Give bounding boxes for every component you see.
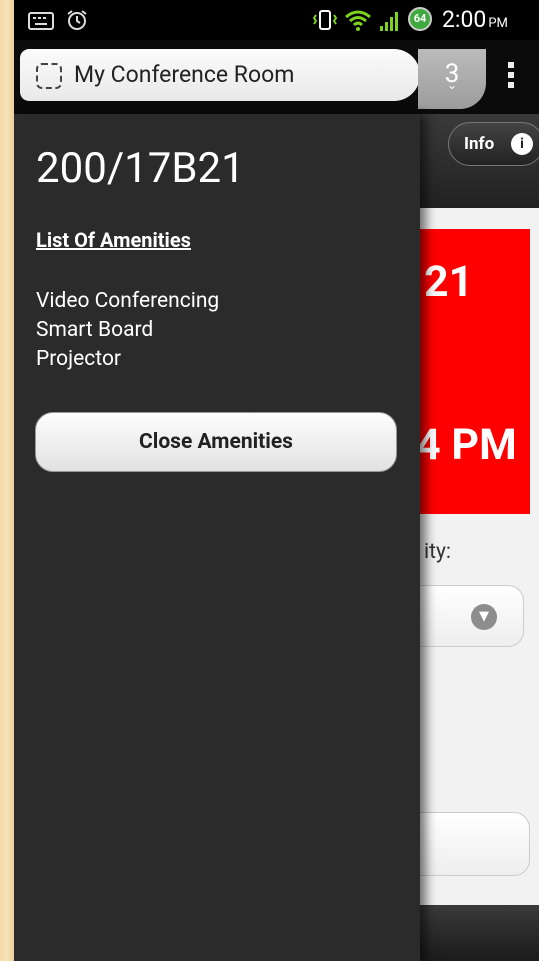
amenities-heading: List Of Amenities bbox=[36, 228, 191, 252]
clock: 2:00 PM bbox=[442, 6, 508, 33]
room-status-room-text: 21 bbox=[424, 257, 474, 307]
tab-switcher-button[interactable]: 3 ⌄ bbox=[418, 49, 486, 109]
amenity-item: Video Conferencing bbox=[36, 289, 220, 313]
chevron-down-icon: ▼ bbox=[471, 604, 497, 630]
info-button-label: Info bbox=[464, 134, 495, 154]
browser-toolbar: My Conference Room 3 ⌄ bbox=[14, 40, 539, 114]
clock-time: 2:00 bbox=[442, 6, 487, 33]
amenity-item: Projector bbox=[36, 347, 122, 371]
capacity-label: ity: bbox=[424, 540, 451, 564]
keyboard-icon bbox=[28, 12, 54, 30]
overflow-menu-icon[interactable] bbox=[508, 62, 516, 90]
amenity-item: Smart Board bbox=[36, 318, 154, 342]
chevron-down-icon: ⌄ bbox=[446, 78, 458, 92]
phone-screen: 64 2:00 PM My Conference Room 3 ⌄ Info i … bbox=[14, 0, 539, 961]
room-status-time-text: 4 PM bbox=[416, 420, 517, 470]
parchment-background-strip bbox=[0, 0, 14, 961]
favicon-icon bbox=[36, 63, 62, 89]
wifi-icon bbox=[345, 10, 371, 31]
info-button[interactable]: Info i bbox=[448, 122, 539, 166]
status-bar: 64 2:00 PM bbox=[14, 0, 539, 40]
info-icon: i bbox=[511, 133, 533, 155]
page-title: My Conference Room bbox=[74, 61, 295, 88]
clock-ampm: PM bbox=[488, 16, 508, 31]
battery-icon: 64 bbox=[408, 7, 432, 31]
amenities-panel: 200/17B21 List Of Amenities Video Confer… bbox=[14, 114, 420, 961]
close-amenities-button[interactable]: Close Amenities bbox=[35, 412, 397, 472]
url-title-bar[interactable]: My Conference Room bbox=[20, 49, 420, 101]
amenities-list: Video Conferencing Smart Board Projector bbox=[36, 287, 219, 374]
signal-icon bbox=[380, 12, 398, 31]
alarm-icon bbox=[67, 10, 87, 30]
vibrate-icon bbox=[312, 10, 338, 30]
room-number-heading: 200/17B21 bbox=[36, 144, 245, 193]
